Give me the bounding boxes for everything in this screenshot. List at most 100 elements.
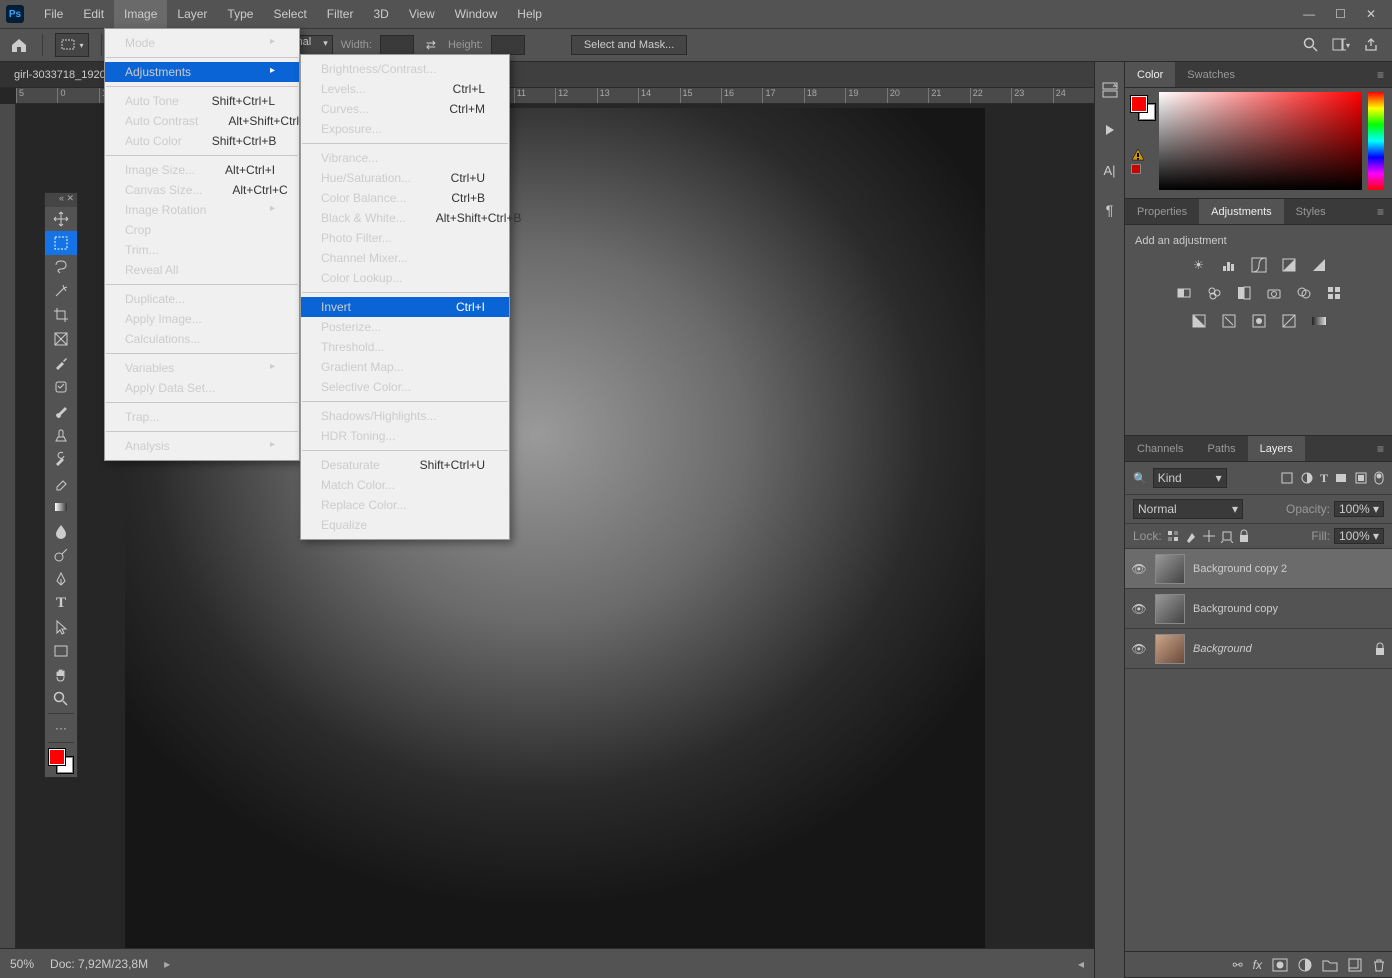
layer-thumbnail[interactable] (1155, 554, 1185, 584)
menu-trim[interactable]: Trim... (105, 240, 299, 260)
current-tool-preset[interactable]: ▾ (55, 33, 89, 57)
dodge-tool[interactable] (45, 543, 77, 567)
menu-adjustments[interactable]: Adjustments (105, 62, 299, 82)
adj-brightness-icon[interactable]: ☀ (1189, 255, 1209, 275)
filter-search-icon[interactable]: 🔍 (1133, 472, 1147, 485)
new-adjustment-layer-icon[interactable] (1298, 958, 1312, 972)
blur-tool[interactable] (45, 519, 77, 543)
tab-adjustments[interactable]: Adjustments (1199, 199, 1284, 224)
layer-mask-icon[interactable] (1272, 958, 1288, 972)
new-group-icon[interactable] (1322, 958, 1338, 972)
lock-all-icon[interactable] (1238, 529, 1250, 543)
edit-toolbar-button[interactable]: ··· (45, 716, 77, 740)
adj-invert-icon[interactable] (1189, 311, 1209, 331)
eyedropper-tool[interactable] (45, 351, 77, 375)
zoom-tool[interactable] (45, 687, 77, 711)
layer-filter-select[interactable]: Kind▾ (1153, 468, 1227, 488)
tab-properties[interactable]: Properties (1125, 199, 1199, 224)
share-icon[interactable] (1362, 36, 1380, 54)
pen-tool[interactable] (45, 567, 77, 591)
lock-image-icon[interactable] (1184, 529, 1198, 543)
adj-gradientmap-icon[interactable] (1309, 311, 1329, 331)
menu-auto-color[interactable]: Auto ColorShift+Ctrl+B (105, 131, 299, 151)
menu-calculations[interactable]: Calculations... (105, 329, 299, 349)
adj-selective-color[interactable]: Selective Color... (301, 377, 509, 397)
adj-threshold-icon[interactable] (1249, 311, 1269, 331)
actions-panel-icon[interactable] (1100, 120, 1120, 140)
blend-mode-select[interactable]: Normal▾ (1133, 499, 1243, 519)
eraser-tool[interactable] (45, 471, 77, 495)
foreground-color-swatch[interactable] (49, 749, 65, 765)
home-button[interactable] (8, 34, 30, 56)
panel-fg-swatch[interactable] (1131, 96, 1147, 112)
gradient-tool[interactable] (45, 495, 77, 519)
adj-curves[interactable]: Curves...Ctrl+M (301, 99, 509, 119)
adj-black-white[interactable]: Black & White...Alt+Shift+Ctrl+B (301, 208, 509, 228)
adj-levels-icon[interactable] (1219, 255, 1239, 275)
adj-desaturate[interactable]: DesaturateShift+Ctrl+U (301, 455, 509, 475)
delete-layer-icon[interactable] (1372, 958, 1386, 972)
adj-selectivecolor-icon[interactable] (1279, 311, 1299, 331)
brush-tool[interactable] (45, 399, 77, 423)
adj-hue-saturation[interactable]: Hue/Saturation...Ctrl+U (301, 168, 509, 188)
adj-bw-icon[interactable] (1234, 283, 1254, 303)
menu-duplicate[interactable]: Duplicate... (105, 289, 299, 309)
layer-row[interactable]: 👁Background copy 2 (1125, 549, 1392, 589)
adj-invert[interactable]: InvertCtrl+I (301, 297, 509, 317)
adj-photofilter-icon[interactable] (1264, 283, 1284, 303)
clone-stamp-tool[interactable] (45, 423, 77, 447)
menu-type[interactable]: Type (217, 0, 263, 28)
doc-info[interactable]: Doc: 7,92M/23,8M (50, 957, 148, 971)
layer-thumbnail[interactable] (1155, 594, 1185, 624)
menu-apply-image[interactable]: Apply Image... (105, 309, 299, 329)
color-panel-menu-icon[interactable]: ≡ (1369, 62, 1392, 87)
ruler-vertical[interactable] (0, 104, 16, 948)
adj-brightness-contrast[interactable]: Brightness/Contrast... (301, 59, 509, 79)
adj-hue-icon[interactable] (1174, 283, 1194, 303)
marquee-tool[interactable] (45, 231, 77, 255)
menu-variables[interactable]: Variables (105, 358, 299, 378)
lock-position-icon[interactable] (1202, 529, 1216, 543)
new-layer-icon[interactable] (1348, 958, 1362, 972)
adj-levels[interactable]: Levels...Ctrl+L (301, 79, 509, 99)
filter-adjust-icon[interactable] (1300, 471, 1314, 486)
adj-color-lookup[interactable]: Color Lookup... (301, 268, 509, 288)
adj-channelmixer-icon[interactable] (1294, 283, 1314, 303)
select-and-mask-button[interactable]: Select and Mask... (571, 35, 688, 55)
menu-3d[interactable]: 3D (363, 0, 398, 28)
character-panel-icon[interactable]: A| (1100, 160, 1120, 180)
swap-dims-icon[interactable]: ⇄ (422, 36, 440, 54)
history-panel-icon[interactable] (1100, 80, 1120, 100)
visibility-toggle-icon[interactable]: 👁 (1131, 642, 1147, 656)
adjustments-panel-menu-icon[interactable]: ≡ (1369, 199, 1392, 224)
menu-window[interactable]: Window (445, 0, 508, 28)
adj-photo-filter[interactable]: Photo Filter... (301, 228, 509, 248)
visibility-toggle-icon[interactable]: 👁 (1131, 602, 1147, 616)
history-brush-tool[interactable] (45, 447, 77, 471)
layer-row[interactable]: 👁Background (1125, 629, 1392, 669)
filter-toggle-icon[interactable] (1374, 471, 1384, 486)
menu-mode[interactable]: Mode (105, 33, 299, 53)
menu-image-size[interactable]: Image Size...Alt+Ctrl+I (105, 160, 299, 180)
height-input[interactable] (491, 35, 525, 55)
menu-select[interactable]: Select (263, 0, 316, 28)
width-input[interactable] (380, 35, 414, 55)
scroll-left-icon[interactable]: ◂ (1078, 957, 1084, 971)
menu-edit[interactable]: Edit (73, 0, 114, 28)
adj-posterize[interactable]: Posterize... (301, 317, 509, 337)
tab-channels[interactable]: Channels (1125, 436, 1195, 461)
adj-hdr-toning[interactable]: HDR Toning... (301, 426, 509, 446)
tab-swatches[interactable]: Swatches (1175, 62, 1247, 87)
adj-vibrance[interactable]: Vibrance... (301, 148, 509, 168)
adj-curves-icon[interactable] (1249, 255, 1269, 275)
adj-match-color[interactable]: Match Color... (301, 475, 509, 495)
layers-panel-menu-icon[interactable]: ≡ (1369, 436, 1392, 461)
filter-type-icon[interactable]: T (1320, 471, 1328, 486)
window-minimize-icon[interactable]: ― (1303, 7, 1315, 21)
path-selection-tool[interactable] (45, 615, 77, 639)
adj-color-balance[interactable]: Color Balance...Ctrl+B (301, 188, 509, 208)
tab-layers[interactable]: Layers (1248, 436, 1305, 461)
search-icon[interactable] (1302, 36, 1320, 54)
lasso-tool[interactable] (45, 255, 77, 279)
filter-shape-icon[interactable] (1334, 471, 1348, 486)
